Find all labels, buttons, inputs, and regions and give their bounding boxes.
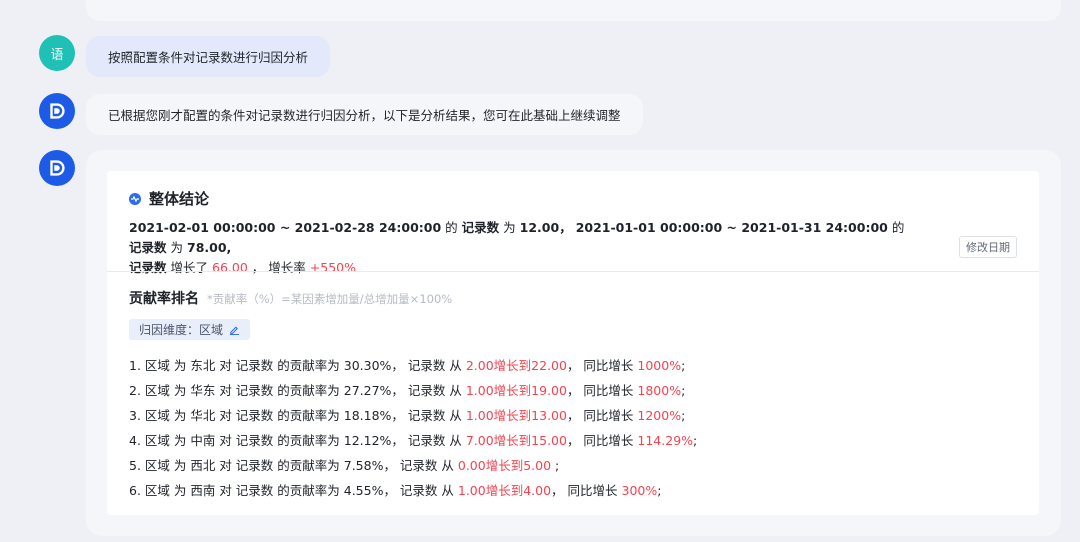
overall-conclusion-title: 整体结论 xyxy=(129,188,209,209)
bot-logo-icon xyxy=(50,103,65,119)
summary-metric: 记录数 xyxy=(129,260,167,275)
ranking-item-change: 1.00增长到19.00 xyxy=(465,383,567,398)
ranking-item: 5. 区域 为 西北 对 记录数 的贡献率为 7.58%， 记录数 从 0.00… xyxy=(129,453,697,478)
ranking-item-prefix: 4. 区域 为 中南 对 记录数 的贡献率为 12.12%， 记录数 从 xyxy=(129,433,466,448)
user-avatar-text: 语 xyxy=(50,47,64,63)
summary-text: 的 xyxy=(891,220,905,235)
overall-summary: 2021-02-01 00:00:00 ~ 2021-02-28 24:00:0… xyxy=(129,218,919,278)
ranking-item-mid: ， 同比增长 xyxy=(566,383,638,398)
contribution-ranking-header: 贡献率排名 *贡献率（%）=某因素增加量/总增加量×100% xyxy=(129,288,452,308)
ranking-item: 2. 区域 为 华东 对 记录数 的贡献率为 27.27%， 记录数 从 1.0… xyxy=(129,378,697,403)
ranking-item-change: 7.00增长到15.00 xyxy=(465,433,567,448)
analysis-result-card: 整体结论 2021-02-01 00:00:00 ~ 2021-02-28 24… xyxy=(107,171,1039,515)
ranking-item-prefix: 3. 区域 为 华北 对 记录数 的贡献率为 18.18%， 记录数 从 xyxy=(129,408,466,423)
summary-text: 的 xyxy=(445,220,458,235)
ranking-item-suffix: ; xyxy=(657,483,662,498)
bot-message-bubble: 已根据您刚才配置的条件对记录数进行归因分析，以下是分析结果，您可在此基础上继续调… xyxy=(86,94,643,135)
section-divider xyxy=(107,271,1039,272)
ranking-item-suffix: ; xyxy=(681,358,686,373)
summary-rate-value: +550% xyxy=(309,260,356,275)
ranking-item-change: 2.00增长到22.00 xyxy=(465,358,567,373)
contribution-formula-note: *贡献率（%）=某因素增加量/总增加量×100% xyxy=(207,292,453,306)
user-message-text: 按照配置条件对记录数进行归因分析 xyxy=(108,50,309,65)
ranking-item-prefix: 6. 区域 为 西南 对 记录数 的贡献率为 4.55%， 记录数 从 xyxy=(129,483,458,498)
ranking-item-prefix: 5. 区域 为 西北 对 记录数 的贡献率为 7.58%， 记录数 从 xyxy=(129,458,458,473)
summary-increase-label: 增长了 xyxy=(170,260,209,275)
summary-range-2: 2021-01-01 00:00:00 ~ 2021-01-31 24:00:0… xyxy=(575,220,888,235)
bot-logo-icon xyxy=(50,160,65,176)
ranking-item: 3. 区域 为 华北 对 记录数 的贡献率为 18.18%， 记录数 从 1.0… xyxy=(129,403,697,428)
edit-date-button[interactable]: 修改日期 xyxy=(959,236,1017,258)
summary-text: 为 xyxy=(170,240,184,255)
ranking-item-mid: ， 同比增长 xyxy=(566,408,638,423)
summary-increase-value: 66.00 xyxy=(212,260,248,275)
ranking-item-yoy: 114.29% xyxy=(637,433,694,448)
summary-range-1: 2021-02-01 00:00:00 ~ 2021-02-28 24:00:0… xyxy=(129,220,442,235)
ranking-item: 1. 区域 为 东北 对 记录数 的贡献率为 30.30%， 记录数 从 2.0… xyxy=(129,353,697,378)
ranking-item-change: 1.00增长到13.00 xyxy=(465,408,567,423)
previous-message-bubble xyxy=(86,0,1061,21)
ranking-item-prefix: 2. 区域 为 华东 对 记录数 的贡献率为 27.27%， 记录数 从 xyxy=(129,383,466,398)
contribution-ranking-list: 1. 区域 为 东北 对 记录数 的贡献率为 30.30%， 记录数 从 2.0… xyxy=(129,353,697,503)
ranking-item-suffix: ; xyxy=(551,458,560,473)
ranking-item-mid: ， 同比增长 xyxy=(566,433,638,448)
ranking-item-yoy: 1000% xyxy=(637,358,682,373)
ranking-item-mid: ， 同比增长 xyxy=(566,358,638,373)
bot-message-text: 已根据您刚才配置的条件对记录数进行归因分析，以下是分析结果，您可在此基础上继续调… xyxy=(108,108,621,123)
ranking-item-suffix: ; xyxy=(681,408,686,423)
ranking-item-prefix: 1. 区域 为 东北 对 记录数 的贡献率为 30.30%， 记录数 从 xyxy=(129,358,466,373)
bot-avatar-result xyxy=(39,150,75,186)
summary-separator: ， xyxy=(251,260,265,275)
ranking-item: 6. 区域 为 西南 对 记录数 的贡献率为 4.55%， 记录数 从 1.00… xyxy=(129,478,697,503)
ranking-item-mid: ， 同比增长 xyxy=(551,483,622,498)
ranking-item-yoy: 1200% xyxy=(637,408,682,423)
attribution-dimension-tag[interactable]: 归因维度：区域 xyxy=(129,319,251,340)
attribution-dimension-text: 归因维度：区域 xyxy=(139,323,224,337)
summary-text: 为 xyxy=(503,220,516,235)
ranking-item-suffix: ; xyxy=(681,383,686,398)
summary-metric: 记录数 xyxy=(129,240,167,255)
ranking-item-change: 0.00增长到5.00 xyxy=(457,458,552,473)
summary-value-1: 12.00， xyxy=(519,220,572,235)
ranking-item-change: 1.00增长到4.00 xyxy=(457,483,552,498)
summary-value-2: 78.00, xyxy=(187,240,232,255)
ranking-item: 4. 区域 为 中南 对 记录数 的贡献率为 12.12%， 记录数 从 7.0… xyxy=(129,428,697,453)
ranking-item-suffix: ; xyxy=(693,433,698,448)
bot-avatar xyxy=(39,93,75,129)
user-avatar: 语 xyxy=(39,35,75,71)
summary-rate-label: 增长率 xyxy=(268,260,306,275)
ranking-item-yoy: 300% xyxy=(621,483,658,498)
summary-metric: 记录数 xyxy=(461,220,500,235)
ranking-item-yoy: 1800% xyxy=(637,383,682,398)
pencil-icon[interactable] xyxy=(229,324,240,335)
user-message-bubble: 按照配置条件对记录数进行归因分析 xyxy=(86,36,331,77)
contribution-ranking-title: 贡献率排名 xyxy=(129,291,199,307)
pulse-icon xyxy=(129,192,141,205)
overall-conclusion-text: 整体结论 xyxy=(149,190,210,208)
